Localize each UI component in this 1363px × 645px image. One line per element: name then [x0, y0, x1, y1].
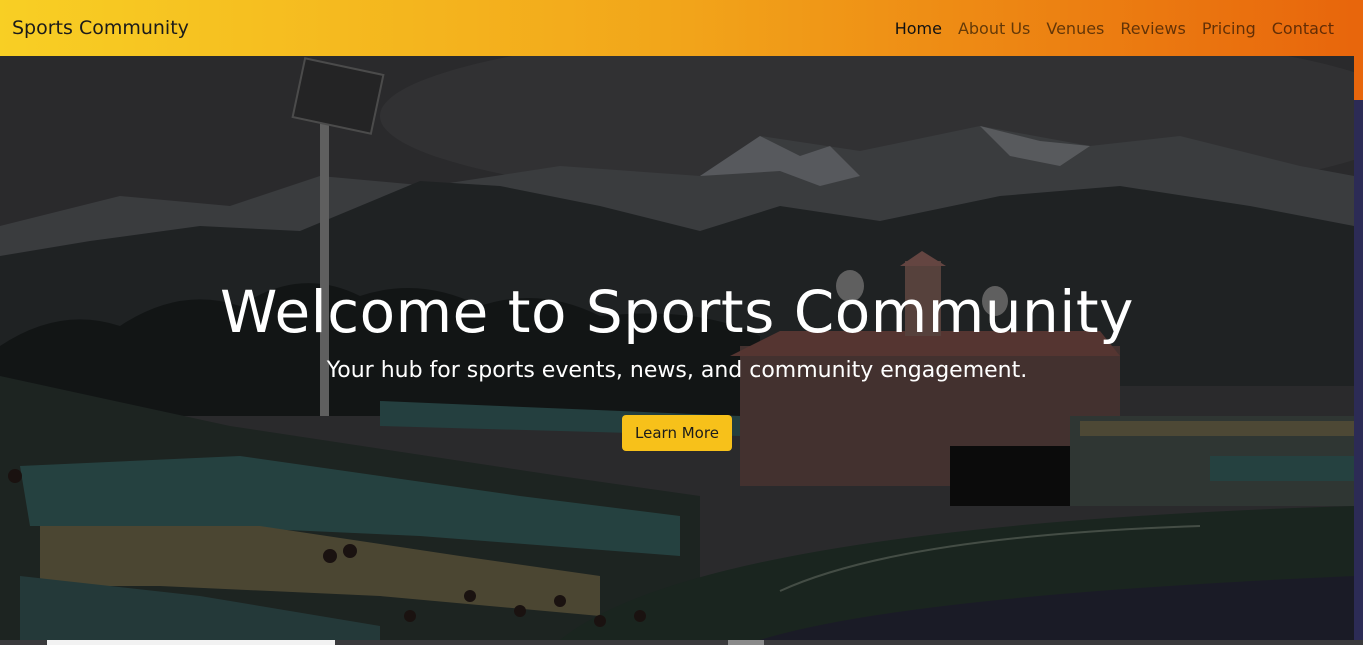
hero-section: Welcome to Sports Community Your hub for…	[0, 56, 1354, 640]
hero-content: Welcome to Sports Community Your hub for…	[0, 278, 1354, 451]
nav-links: Home About Us Venues Reviews Pricing Con…	[887, 19, 1342, 38]
horizontal-scrollbar[interactable]	[0, 640, 1363, 645]
nav-link-about-us[interactable]: About Us	[950, 19, 1038, 38]
horizontal-scrollbar-thumb[interactable]	[47, 640, 335, 645]
hero-subtitle: Your hub for sports events, news, and co…	[326, 357, 1028, 383]
nav-link-home[interactable]: Home	[887, 19, 950, 38]
nav-link-pricing[interactable]: Pricing	[1194, 19, 1264, 38]
nav-link-reviews[interactable]: Reviews	[1112, 19, 1193, 38]
vertical-scrollbar[interactable]	[1354, 0, 1363, 640]
nav-link-venues[interactable]: Venues	[1038, 19, 1112, 38]
brand-logo-text[interactable]: Sports Community	[12, 17, 189, 39]
learn-more-button[interactable]: Learn More	[622, 414, 732, 451]
navbar: Sports Community Home About Us Venues Re…	[0, 0, 1354, 56]
nav-link-contact[interactable]: Contact	[1264, 19, 1342, 38]
hero-title: Welcome to Sports Community	[220, 278, 1134, 346]
vertical-scrollbar-thumb[interactable]	[1354, 0, 1363, 100]
horizontal-scrollbar-marker	[728, 640, 764, 645]
